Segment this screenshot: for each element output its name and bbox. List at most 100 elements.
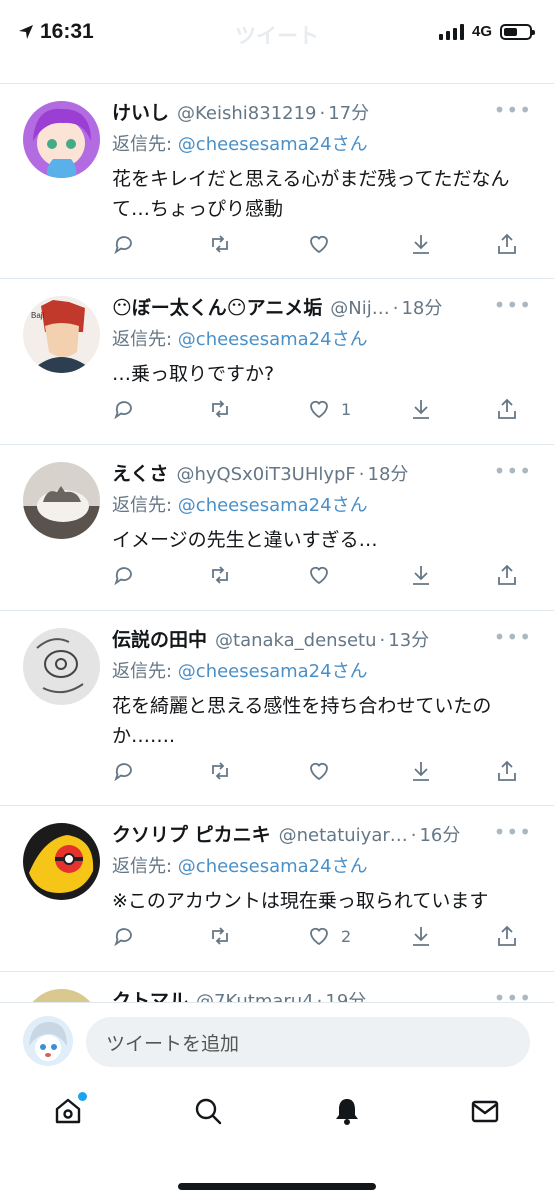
reply-feed[interactable]: けいし @Keishi831219 · 17分 ••• 返信先: @cheese… [0,84,554,1002]
bottom-bar: ツイートを追加 [0,1002,554,1200]
like-button[interactable] [307,563,341,587]
tweet-text: ※このアカウントは現在乗っ取られています [112,890,489,912]
more-icon[interactable]: ••• [494,986,532,1002]
share-icon [498,233,516,254]
reply-mention-link[interactable]: @cheesesama24さん [178,134,368,155]
tweet[interactable]: えくさ @hyQSx0iT3UHlypF · 18分 ••• 返信先: @che… [0,445,554,611]
reply-compose-input[interactable]: ツイートを追加 [86,1017,530,1067]
reply-button[interactable] [112,397,136,421]
reply-to: 返信先: @cheesesama24さん [112,325,368,351]
tweet[interactable]: Baji 😶ぼー太くん😶アニメ垢 @Nij… · 18分 ••• 返信先: @c… [0,279,554,445]
home-indicator[interactable] [178,1183,376,1190]
tweet-text: …乗っ取りですか? [112,363,275,385]
like-button[interactable] [307,759,341,783]
display-name[interactable]: クトマル [112,986,188,1002]
display-name[interactable]: 😶ぼー太くん😶アニメ垢 [112,293,322,320]
reply-icon [114,928,132,947]
user-handle[interactable]: @hyQSx0iT3UHlypF [176,464,355,485]
tweet-actions: 2 [112,924,524,954]
tweet[interactable]: クトマル @7Kutmaru4 · 19分 ••• [0,972,554,1002]
more-icon[interactable]: ••• [494,625,532,649]
save-button[interactable] [409,924,433,948]
more-icon[interactable]: ••• [494,459,532,483]
retweet-button[interactable] [208,397,232,421]
retweet-button[interactable] [208,924,232,948]
status-indicators: 4G [438,23,535,40]
download-icon [413,400,429,419]
tweet-time: 17分 [328,103,370,124]
tweet-actions: 1 [112,397,524,427]
avatar[interactable] [23,823,100,900]
share-button[interactable] [495,924,519,948]
tweet[interactable]: クソリプ ピカニキ @netatuiyar… · 16分 ••• 返信先: @c… [0,806,554,972]
my-avatar[interactable] [23,1016,73,1066]
download-icon [413,927,429,946]
reply-mention-link[interactable]: @cheesesama24さん [178,329,368,350]
reply-mention-link[interactable]: @cheesesama24さん [178,856,368,877]
tweet-text: 花をキレイだと思える心がまだ残ってただなんて…ちょっぴり感動 [112,168,510,220]
user-handle[interactable]: @tanaka_densetu [215,630,377,651]
avatar[interactable]: Baji [23,296,100,373]
user-handle[interactable]: @Nij… [330,298,389,319]
tweet-time: 18分 [401,298,443,319]
heart-icon [310,400,328,419]
like-button[interactable] [307,232,341,256]
reply-prefix: 返信先: [112,134,178,155]
tweet-text: 花を綺麗と思える感性を持ち合わせていたのか……. [112,695,492,747]
user-handle[interactable]: @netatuiyar… [279,825,408,846]
retweet-icon [212,566,228,584]
display-name[interactable]: えくさ [112,459,168,486]
share-button[interactable] [495,232,519,256]
tweet[interactable]: けいし @Keishi831219 · 17分 ••• 返信先: @cheese… [0,84,554,279]
avatar[interactable] [23,628,100,705]
search-icon [195,1098,222,1125]
reply-mention-link[interactable]: @cheesesama24さん [178,495,368,516]
display-name[interactable]: 伝説の田中 [112,625,207,652]
heart-icon [310,566,328,585]
share-button[interactable] [495,759,519,783]
save-button[interactable] [409,563,433,587]
tab-notifications[interactable] [327,1091,367,1131]
display-name[interactable]: けいし [112,98,169,125]
like-button[interactable]: 2 [307,924,351,948]
user-handle[interactable]: @7Kutmaru4 [196,991,314,1002]
reply-mention-link[interactable]: @cheesesama24さん [178,661,368,682]
reply-button[interactable] [112,924,136,948]
heart-icon [310,235,328,254]
save-button[interactable] [409,759,433,783]
reply-button[interactable] [112,232,136,256]
tweet[interactable]: 伝説の田中 @tanaka_densetu · 13分 ••• 返信先: @ch… [0,611,554,806]
avatar[interactable] [23,101,100,178]
heart-icon [310,762,328,781]
bell-icon [336,1099,358,1125]
reply-to: 返信先: @cheesesama24さん [112,130,368,156]
home-notification-dot [78,1092,87,1101]
like-button[interactable]: 1 [307,397,351,421]
more-icon[interactable]: ••• [494,820,532,844]
tweet-time: 13分 [388,630,430,651]
network-type: 4G [471,23,492,40]
retweet-button[interactable] [208,563,232,587]
reply-to: 返信先: @cheesesama24さん [112,657,368,683]
save-button[interactable] [409,232,433,256]
user-handle[interactable]: @Keishi831219 [177,103,316,124]
share-button[interactable] [495,563,519,587]
tweet-actions [112,759,524,789]
reply-button[interactable] [112,563,136,587]
reply-button[interactable] [112,759,136,783]
avatar[interactable] [23,989,100,1002]
retweet-button[interactable] [208,232,232,256]
reply-icon [114,236,132,255]
more-icon[interactable]: ••• [494,293,532,317]
avatar[interactable] [23,462,100,539]
share-button[interactable] [495,397,519,421]
more-icon[interactable]: ••• [494,98,532,122]
tab-search[interactable] [188,1091,228,1131]
display-name[interactable]: クソリプ ピカニキ [112,820,271,847]
retweet-button[interactable] [208,759,232,783]
reply-icon [114,401,132,420]
save-button[interactable] [409,397,433,421]
tab-home[interactable] [48,1091,88,1131]
download-icon [413,762,429,781]
tab-messages[interactable] [465,1091,505,1131]
